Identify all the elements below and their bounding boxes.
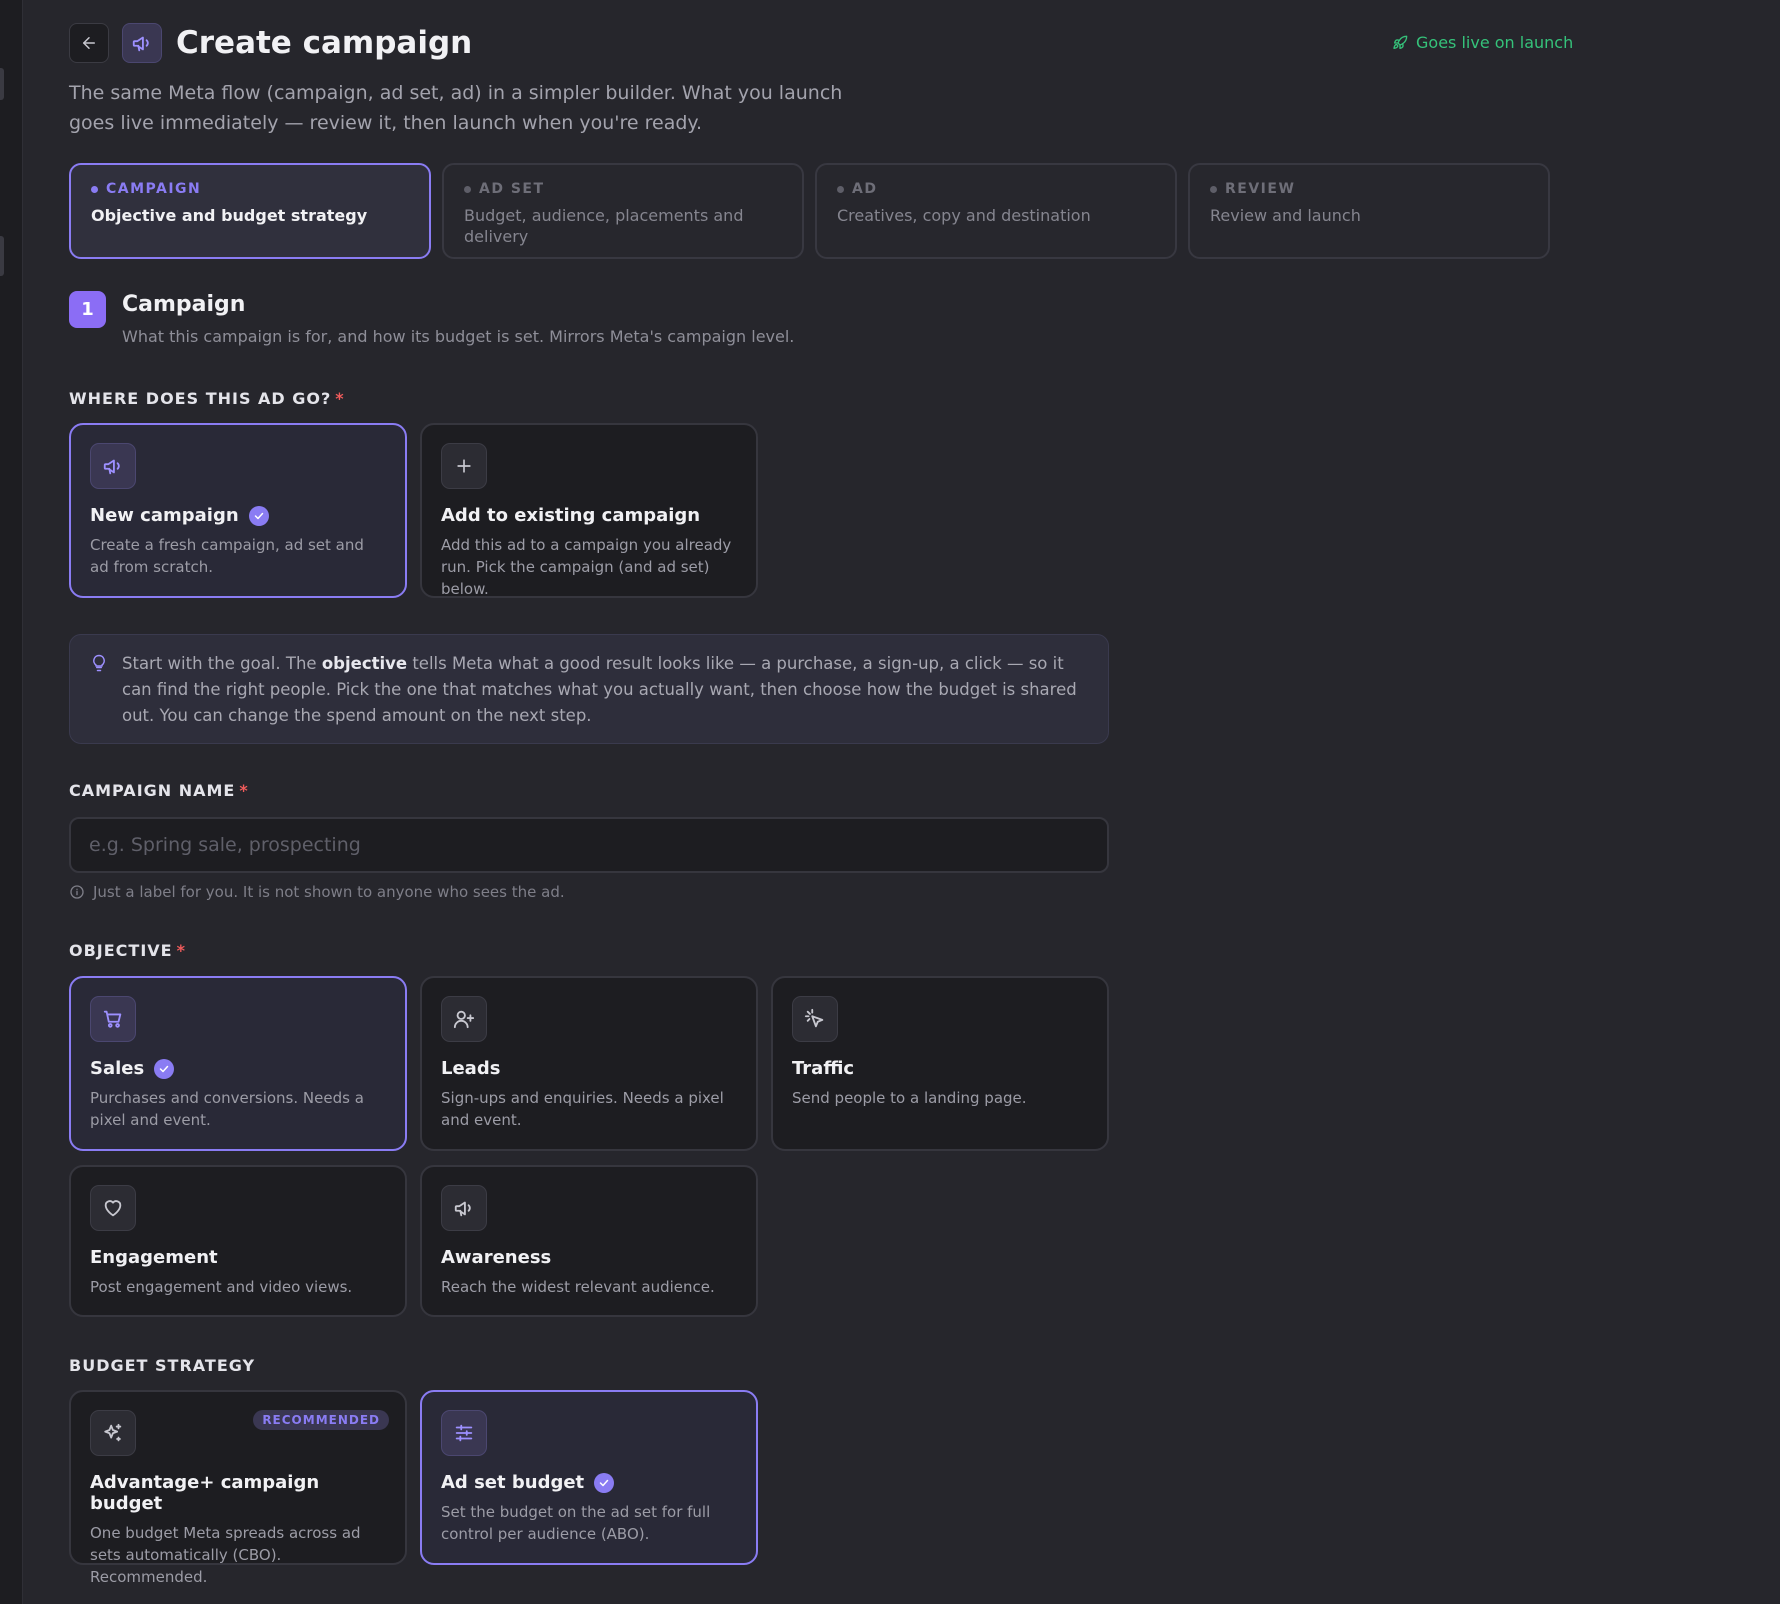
left-rail	[0, 0, 23, 1604]
tip-keyword: objective	[321, 654, 408, 673]
live-status: Goes live on launch	[1392, 33, 1573, 52]
page-subtitle: The same Meta flow (campaign, ad set, ad…	[69, 82, 843, 134]
objective-traffic[interactable]: Traffic Send people to a landing page.	[771, 976, 1109, 1151]
megaphone-icon	[454, 1201, 471, 1217]
sliders-icon	[455, 1424, 473, 1442]
objective-leads[interactable]: Leads Sign-ups and enquiries. Needs a pi…	[420, 976, 758, 1151]
option-title: Advantage+ campaign budget	[90, 1472, 320, 1514]
objective-label: OBJECTIVE *	[69, 941, 186, 960]
option-desc: Reach the widest relevant audience.	[441, 1278, 715, 1296]
info-icon	[70, 885, 84, 899]
cursor-click-icon	[804, 1008, 824, 1028]
destination-label: WHERE DOES THIS AD GO? *	[69, 389, 345, 408]
tip-text-start: Start with the goal. The	[122, 654, 322, 673]
user-plus-icon	[453, 1010, 475, 1029]
step-ad-set[interactable]: AD SET Budget, audience, placements and …	[442, 163, 804, 259]
option-title: Ad set budget	[441, 1472, 585, 1493]
step-ad[interactable]: AD Creatives, copy and destination	[815, 163, 1177, 259]
option-desc: Create a fresh campaign, ad set and ad f…	[90, 536, 364, 576]
objective-tip: Start with the goal. The objective tells…	[69, 634, 1109, 744]
step-desc: Creatives, copy and destination	[837, 206, 1091, 225]
step-kicker: AD	[852, 181, 878, 197]
option-title: Add to existing campaign	[441, 505, 701, 526]
required-marker: *	[239, 781, 249, 800]
objective-awareness[interactable]: Awareness Reach the widest relevant audi…	[420, 1165, 758, 1317]
check-icon	[248, 505, 269, 526]
step-desc: Objective and budget strategy	[91, 206, 368, 225]
step-kicker: REVIEW	[1225, 181, 1296, 197]
back-button[interactable]	[69, 23, 109, 63]
help-text: Just a label for you. It is not shown to…	[93, 883, 565, 901]
required-marker: *	[335, 389, 345, 408]
rocket-icon	[1393, 35, 1408, 49]
section-title: Campaign	[122, 292, 246, 317]
plus-icon	[457, 459, 471, 473]
option-existing-campaign[interactable]: Add to existing campaign Add this ad to …	[420, 423, 758, 598]
required-marker: *	[176, 941, 186, 960]
option-title: Leads	[441, 1058, 501, 1079]
step-review[interactable]: REVIEW Review and launch	[1188, 163, 1550, 259]
section-number: 1	[69, 291, 106, 328]
budget-advantage-plus[interactable]: RECOMMENDED Advantage+ campaign budget O…	[69, 1390, 407, 1586]
check-icon	[594, 1472, 615, 1493]
option-title: Awareness	[441, 1247, 552, 1268]
option-desc: Set the budget on the ad set for full co…	[441, 1503, 711, 1543]
option-desc: One budget Meta spreads across ad sets a…	[90, 1524, 361, 1586]
option-title: Engagement	[90, 1247, 218, 1268]
step-desc: Review and launch	[1210, 206, 1361, 225]
campaign-name-input[interactable]	[69, 817, 1109, 873]
lightbulb-icon	[93, 654, 105, 672]
campaign-name-help: Just a label for you. It is not shown to…	[69, 883, 565, 901]
live-status-label: Goes live on launch	[1416, 33, 1574, 52]
step-desc: Budget, audience, placements and deliver…	[464, 206, 744, 246]
heart-icon	[104, 1200, 122, 1217]
option-title: New campaign	[90, 505, 239, 526]
objective-engagement[interactable]: Engagement Post engagement and video vie…	[69, 1165, 407, 1317]
option-title: Traffic	[792, 1058, 855, 1079]
megaphone-icon	[132, 36, 149, 52]
step-kicker: CAMPAIGN	[106, 181, 202, 197]
campaign-name-label: CAMPAIGN NAME *	[69, 781, 249, 800]
arrow-left-icon	[83, 37, 95, 49]
budget-strategy-label: BUDGET STRATEGY	[69, 1356, 256, 1375]
page-title: Create campaign	[176, 25, 473, 61]
rail-handle-active[interactable]	[0, 236, 4, 276]
option-desc: Purchases and conversions. Needs a pixel…	[90, 1089, 364, 1129]
step-campaign[interactable]: CAMPAIGN Objective and budget strategy	[69, 163, 431, 259]
cart-icon	[103, 1010, 122, 1028]
budget-ad-set[interactable]: Ad set budget Set the budget on the ad s…	[420, 1390, 758, 1565]
objective-sales[interactable]: Sales Purchases and conversions. Needs a…	[69, 976, 407, 1151]
option-new-campaign[interactable]: New campaign Create a fresh campaign, ad…	[69, 423, 407, 598]
section-desc: What this campaign is for, and how its b…	[122, 327, 795, 346]
option-desc: Post engagement and video views.	[90, 1278, 353, 1296]
recommended-badge: RECOMMENDED	[253, 1410, 389, 1430]
option-desc: Send people to a landing page.	[792, 1089, 1027, 1107]
check-icon	[154, 1058, 175, 1079]
option-title: Sales	[90, 1058, 145, 1079]
rail-handle[interactable]	[0, 68, 4, 100]
campaign-icon-tile	[122, 23, 162, 63]
option-desc: Sign-ups and enquiries. Needs a pixel an…	[441, 1089, 724, 1129]
megaphone-icon	[103, 459, 120, 475]
step-kicker: AD SET	[479, 181, 545, 197]
option-desc: Add this ad to a campaign you already ru…	[441, 536, 732, 598]
sparkles-icon	[104, 1423, 122, 1442]
